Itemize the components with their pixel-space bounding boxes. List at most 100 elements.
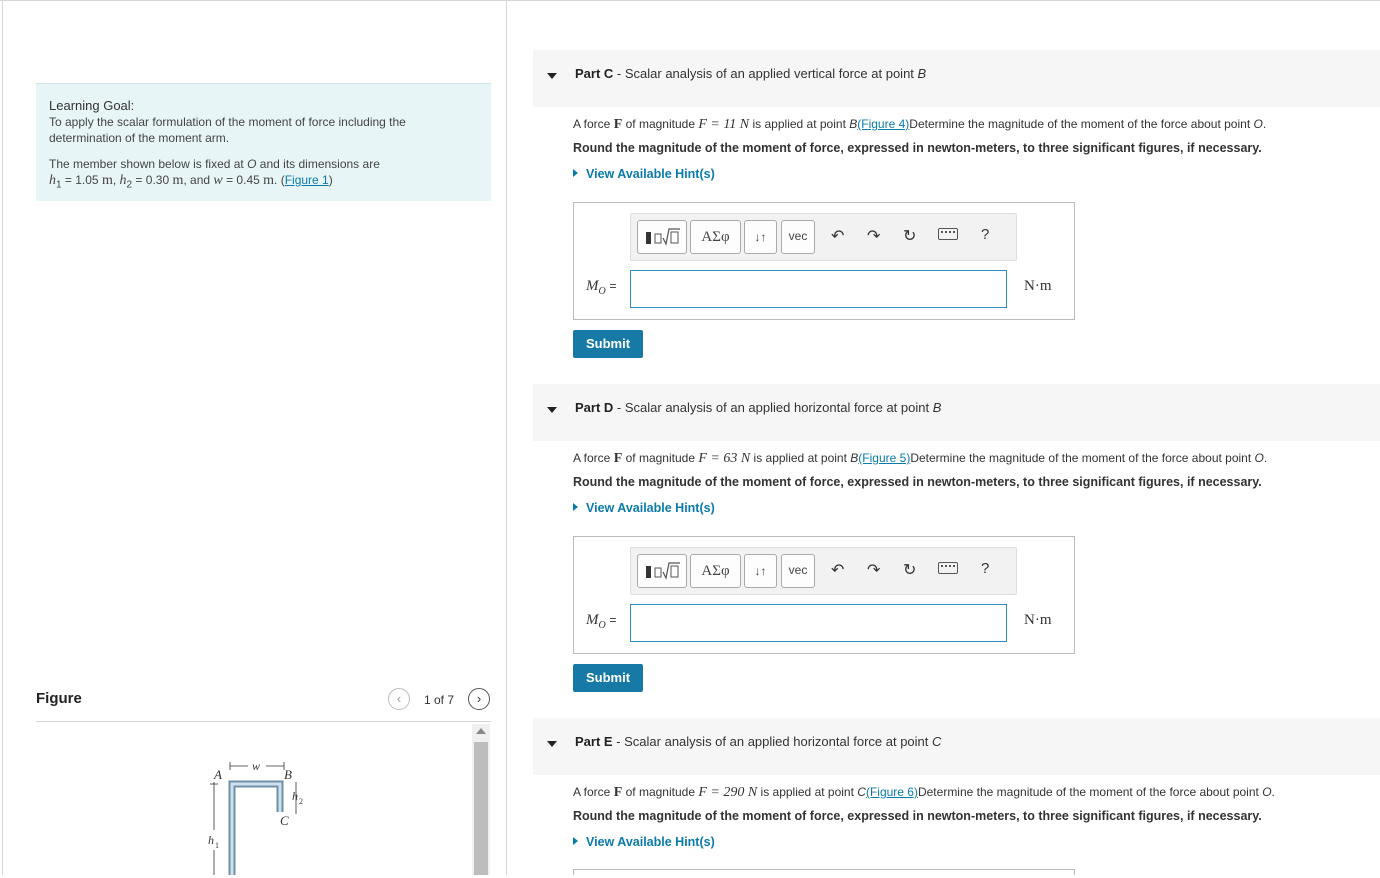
about-point: O [1253, 117, 1263, 131]
dims-point: O [247, 157, 257, 171]
part-c-statement: A force F of magnitude F = 11 N is appli… [573, 117, 1267, 132]
part-c-header[interactable]: Part C - Scalar analysis of an applied v… [533, 50, 1380, 107]
part-d-answer-box: ΑΣφ ↓↑ vec ↶ ↷ ↻ ? MO = N·m [573, 536, 1075, 654]
h2-sub: 2 [126, 179, 133, 191]
hint-text: View Available Hint(s) [586, 501, 715, 515]
hint-text: View Available Hint(s) [586, 835, 715, 849]
undo-icon[interactable]: ↶ [831, 226, 844, 246]
learning-goal-text: To apply the scalar formulation of the m… [49, 115, 406, 145]
units-label: N·m [1024, 278, 1052, 294]
part-c-title: Part C - Scalar analysis of an applied v… [575, 66, 927, 81]
member-pipe [228, 780, 284, 875]
figure-4-link[interactable]: (Figure 4) [857, 117, 909, 131]
member-pipe-highlight [230, 782, 282, 875]
h1-unit: m [101, 173, 113, 188]
templates-button[interactable] [637, 554, 687, 588]
figure-header: Figure ‹ 1 of 7 › [36, 688, 491, 722]
h2-label-sub: 2 [299, 797, 303, 806]
keyboard-icon[interactable] [938, 562, 958, 574]
help-icon[interactable]: ? [981, 226, 989, 243]
caret-right-icon [573, 837, 578, 845]
greek-symbols-button[interactable]: ΑΣφ [690, 554, 741, 588]
scroll-thumb[interactable] [474, 742, 488, 875]
label-c: C [280, 813, 289, 828]
redo-icon[interactable]: ↷ [867, 560, 880, 580]
figure-count: 1 of 7 [424, 693, 455, 707]
statement-end: Determine the magnitude of the moment of… [909, 117, 1251, 131]
label-a: A [213, 767, 222, 782]
eq-var: M [586, 612, 599, 628]
part-c-title-text: Scalar analysis of an applied vertical f… [624, 66, 914, 81]
figure-1-link[interactable]: Figure 1 [285, 173, 329, 187]
help-icon[interactable]: ? [981, 560, 989, 577]
part-d-submit-button[interactable]: Submit [573, 664, 643, 692]
redo-icon[interactable]: ↷ [867, 226, 880, 246]
math-toolbar: ΑΣφ ↓↑ vec ↶ ↷ ↻ ? [630, 547, 1017, 595]
h2-symbol: h [119, 173, 127, 188]
part-e-title-text: Scalar analysis of an applied horizontal… [624, 734, 929, 749]
apply-point: C [857, 785, 866, 799]
templates-button[interactable] [637, 220, 687, 254]
figure-6-link[interactable]: (Figure 6) [866, 785, 918, 799]
greek-symbols-button[interactable]: ΑΣφ [690, 220, 741, 254]
part-d-point: B [932, 400, 942, 415]
force-magnitude: F = 290 N [698, 785, 758, 800]
subscript-superscript-button[interactable]: ↓↑ [744, 220, 777, 254]
part-d-header[interactable]: Part D - Scalar analysis of an applied h… [533, 384, 1380, 441]
vector-button[interactable]: vec [781, 220, 815, 254]
part-e-header[interactable]: Part E - Scalar analysis of an applied h… [533, 718, 1380, 775]
part-c-answer-input[interactable] [630, 270, 1007, 308]
subscript-superscript-button[interactable]: ↓↑ [744, 554, 777, 588]
eq-sub: O [598, 620, 606, 631]
part-c-label: Part C [575, 66, 614, 81]
dims-prefix: The member shown below is fixed at [49, 157, 244, 171]
part-c-submit-button[interactable]: Submit [573, 330, 643, 358]
h1-label: h [208, 833, 214, 847]
math-toolbar: ΑΣφ ↓↑ vec ↶ ↷ ↻ ? [630, 213, 1017, 261]
part-d-hint-link[interactable]: View Available Hint(s) [573, 501, 1373, 515]
part-d-statement: A force F of magnitude F = 63 N is appli… [573, 451, 1268, 466]
part-e-answer-box [573, 869, 1075, 875]
h2-unit: m [172, 173, 184, 188]
figure-5-link[interactable]: (Figure 5) [858, 451, 910, 465]
part-c-answer-box: ΑΣφ ↓↑ vec ↶ ↷ ↻ ? MO = N·m [573, 202, 1075, 320]
part-d-answer-input[interactable] [630, 604, 1007, 642]
collapse-triangle-icon[interactable] [547, 407, 557, 413]
figure-next-button[interactable]: › [468, 688, 490, 710]
statement-pre: A force [573, 785, 611, 799]
part-e-body: A force F of magnitude F = 290 N is appl… [573, 783, 1373, 849]
templates-radical-icon [646, 562, 680, 580]
statement-end: Determine the magnitude of the moment of… [917, 785, 1259, 799]
statement-post: is applied at point [752, 117, 846, 131]
w-label: w [252, 759, 260, 773]
moment-label: MO = [586, 612, 617, 631]
collapse-triangle-icon[interactable] [547, 741, 557, 747]
w-unit: m [263, 173, 275, 188]
eq-sign: = [609, 613, 617, 627]
keyboard-icon[interactable] [938, 228, 958, 240]
label-b: B [284, 767, 292, 782]
part-d-label: Part D [575, 400, 614, 415]
about-point: O [1254, 451, 1264, 465]
caret-right-icon [573, 503, 578, 511]
part-e-point: C [932, 734, 942, 749]
force-magnitude: F = 11 N [698, 117, 750, 132]
vector-button[interactable]: vec [781, 554, 815, 588]
figure-prev-button[interactable]: ‹ [388, 688, 410, 710]
reset-icon[interactable]: ↻ [903, 560, 916, 580]
figure-scrollbar[interactable] [472, 724, 490, 875]
undo-icon[interactable]: ↶ [831, 560, 844, 580]
force-magnitude: F = 63 N [698, 451, 751, 466]
part-e-hint-link[interactable]: View Available Hint(s) [573, 835, 1373, 849]
statement-post: is applied at point [760, 785, 854, 799]
part-c-hint-link[interactable]: View Available Hint(s) [573, 167, 1373, 181]
statement-post: is applied at point [753, 451, 847, 465]
part-d-title: Part D - Scalar analysis of an applied h… [575, 400, 942, 415]
member-diagram-svg: w A B C h 2 h 1 [206, 758, 303, 875]
reset-icon[interactable]: ↻ [903, 226, 916, 246]
eq-var: M [586, 278, 599, 294]
force-symbol: F [613, 451, 623, 466]
h1-value: = 1.05 [64, 173, 99, 187]
collapse-triangle-icon[interactable] [547, 73, 557, 79]
scroll-up-arrow-icon[interactable] [476, 728, 486, 734]
